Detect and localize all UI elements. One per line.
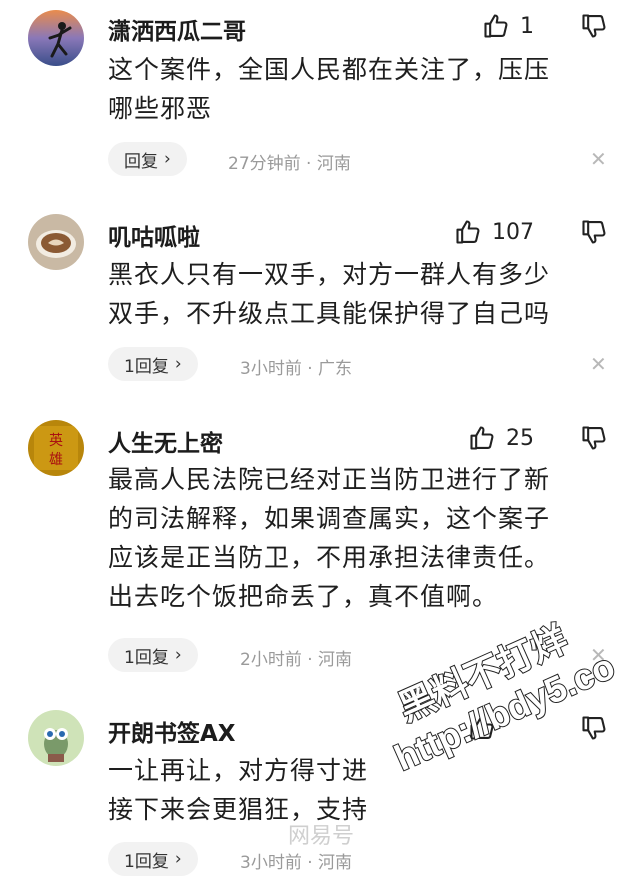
thumbs-down-icon xyxy=(582,426,606,450)
like-button[interactable]: 1 xyxy=(482,12,534,40)
reply-label: 1回复 xyxy=(124,647,169,668)
comment-meta: 3小时前 · 河南 xyxy=(240,853,353,873)
comment-meta: 2小时前 · 河南 xyxy=(240,650,353,670)
close-icon[interactable]: ✕ xyxy=(590,643,607,667)
comment-text-line: 哪些邪恶 xyxy=(108,94,213,123)
like-button[interactable] xyxy=(468,714,506,742)
thumbs-up-icon xyxy=(484,14,508,38)
dislike-button[interactable] xyxy=(580,218,608,250)
comment-meta: 3小时前 · 广东 xyxy=(240,359,353,379)
comment-text: 这个案件，全国人民都在关注了，压压 哪些邪恶 xyxy=(108,50,608,128)
username[interactable]: 叽咕呱啦 xyxy=(108,218,200,252)
chevron-right-icon: › xyxy=(174,849,182,869)
reply-button[interactable]: 1回复 › xyxy=(108,638,198,672)
chevron-right-icon: › xyxy=(174,645,182,665)
like-button[interactable]: 25 xyxy=(468,424,534,452)
like-count: 1 xyxy=(520,13,534,39)
username[interactable]: 人生无上密 xyxy=(108,424,223,458)
comment-text: 最高人民法院已经对正当防卫进行了新 的司法解释，如果调查属实，这个案子 应该是正… xyxy=(108,460,608,616)
username[interactable]: 潇洒西瓜二哥 xyxy=(108,12,246,46)
chevron-right-icon: › xyxy=(164,149,171,169)
close-icon[interactable]: ✕ xyxy=(590,147,607,171)
comment-text: 黑衣人只有一双手，对方一群人有多少 双手，不升级点工具能保护得了自己吗 xyxy=(108,255,608,333)
comment-text-line: 一让再让，对方得寸进 xyxy=(108,756,369,785)
dislike-button[interactable] xyxy=(580,12,608,44)
reply-button[interactable]: 回复 › xyxy=(108,142,187,176)
close-icon[interactable]: ✕ xyxy=(590,352,607,376)
chevron-right-icon: › xyxy=(174,354,182,374)
comment-text-line: 双手，不升级点工具能保护得了自己吗 xyxy=(108,299,551,328)
comment-text-line: 的司法解释，如果调查属实，这个案子 xyxy=(108,504,551,533)
username[interactable]: 开朗书签AX xyxy=(108,714,236,748)
thumbs-up-icon xyxy=(470,716,494,740)
comment-meta: 27分钟前 · 河南 xyxy=(228,154,351,174)
like-button[interactable]: 107 xyxy=(454,218,534,246)
comment-text: 一让再让，对方得寸进 接下来会更猖狂，支持 xyxy=(108,751,608,829)
dislike-button[interactable] xyxy=(580,424,608,456)
thumbs-down-icon xyxy=(582,220,606,244)
reply-label: 1回复 xyxy=(124,356,169,377)
svg-text:雄: 雄 xyxy=(49,452,63,468)
reply-label: 回复 xyxy=(124,151,158,172)
comment-text-line: 黑衣人只有一双手，对方一群人有多少 xyxy=(108,260,551,289)
svg-text:英: 英 xyxy=(49,432,63,449)
dislike-button[interactable] xyxy=(580,714,608,746)
comment-text-line: 出去吃个饭把命丢了，真不值啊。 xyxy=(108,582,499,611)
reply-label: 1回复 xyxy=(124,851,169,872)
thumbs-up-icon xyxy=(470,426,494,450)
reply-button[interactable]: 1回复 › xyxy=(108,842,198,876)
comment-text-line: 接下来会更猖狂，支持 xyxy=(108,795,369,824)
comment-text-line: 这个案件，全国人民都在关注了，压压 xyxy=(108,55,551,84)
like-count: 107 xyxy=(492,219,534,245)
avatar[interactable] xyxy=(28,710,84,766)
thumbs-up-icon xyxy=(456,220,480,244)
thumbs-down-icon xyxy=(582,14,606,38)
avatar[interactable] xyxy=(28,214,84,270)
avatar[interactable]: 英 雄 xyxy=(28,420,84,476)
comment-text-line: 应该是正当防卫，不用承担法律责任。 xyxy=(108,543,551,572)
like-count: 25 xyxy=(506,425,534,451)
reply-button[interactable]: 1回复 › xyxy=(108,347,198,381)
thumbs-down-icon xyxy=(582,716,606,740)
comment-text-line: 最高人民法院已经对正当防卫进行了新 xyxy=(108,465,551,494)
avatar[interactable] xyxy=(28,10,84,66)
